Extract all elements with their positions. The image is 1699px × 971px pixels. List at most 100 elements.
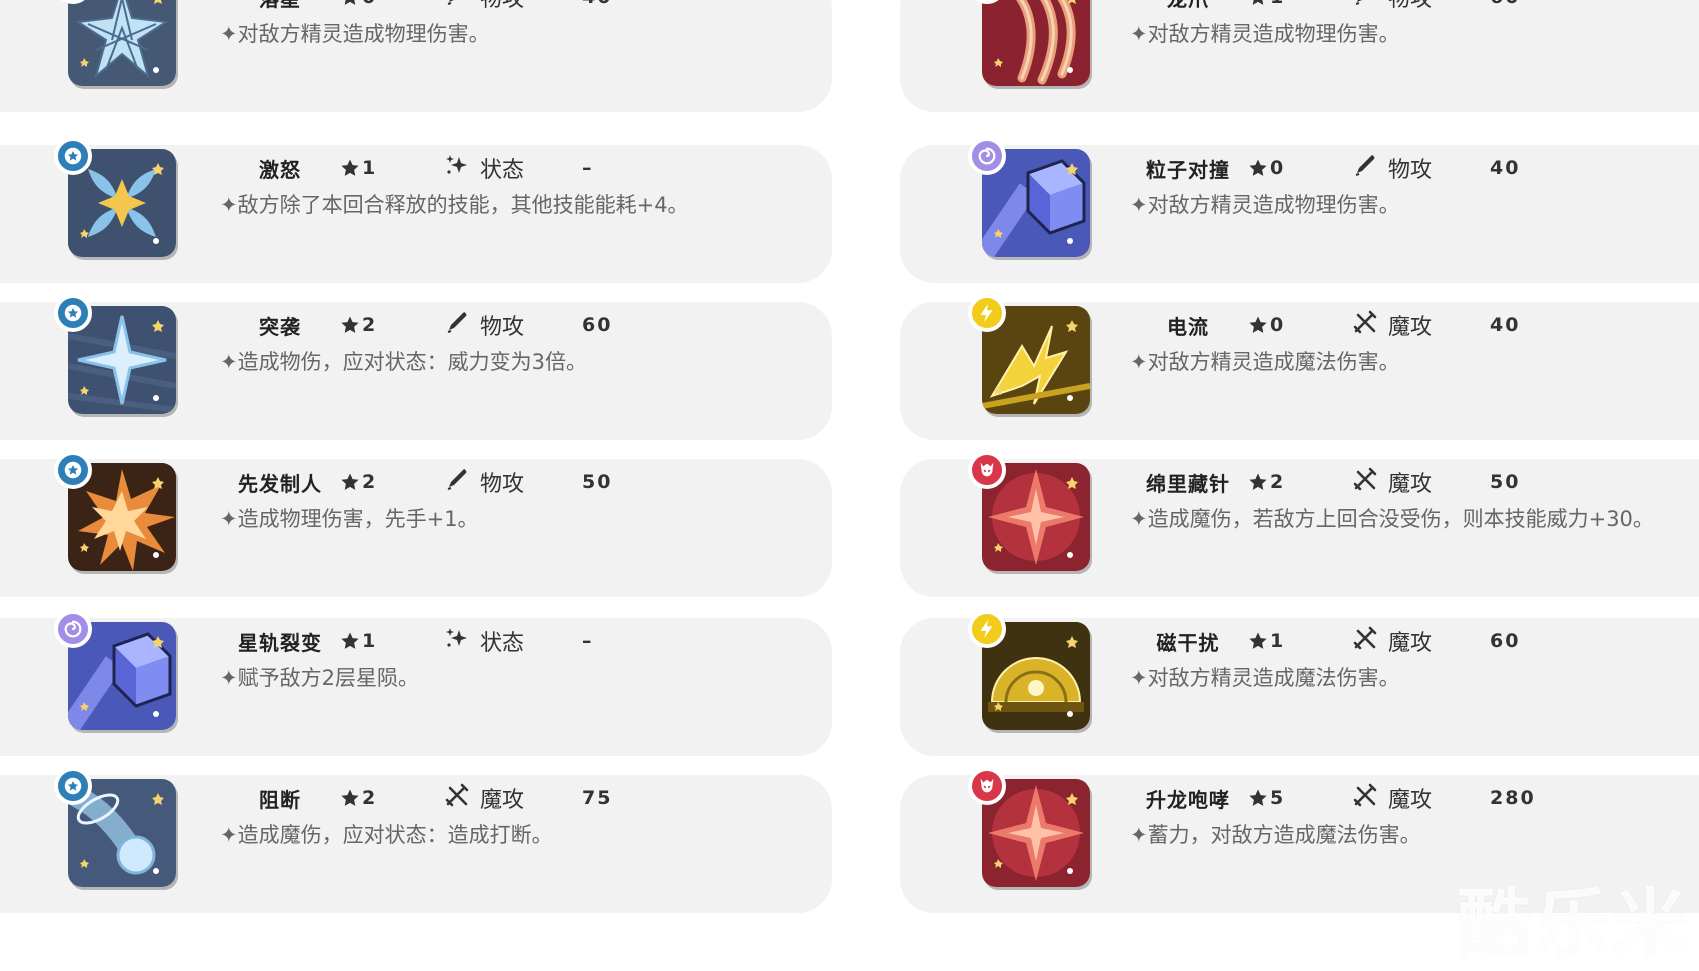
skill-category-label: 状态 [480, 158, 525, 183]
skill-art-icon [982, 0, 1090, 86]
skill-name: 先发制人 [238, 471, 322, 496]
skill-icon-wrap [968, 0, 1090, 86]
skill-category: 物攻 [444, 309, 582, 341]
electric-type-icon [968, 294, 1006, 332]
skill-meta-row: 升龙咆哮 5 魔攻 280 [1128, 781, 1550, 815]
skill-category: 魔攻 [1352, 309, 1490, 341]
skill-card[interactable]: 星轨裂变 1 状态 – ✦赋予敌方2层星陨。 [0, 610, 832, 756]
energy-cost-value: 2 [362, 471, 376, 493]
skill-card[interactable]: 磁干扰 1 魔攻 60 ✦对敌方精灵造成魔法伤害。 [900, 610, 1699, 756]
skill-description: ✦造成魔伤，若敌方上回合没受伤，则本技能威力+30。 [1130, 507, 1654, 531]
skill-card[interactable]: 粒子对撞 0 物攻 40 ✦对敌方精灵造成物理伤害。 [900, 137, 1699, 283]
skill-meta-row: 绵里藏针 2 魔攻 50 [1128, 465, 1550, 499]
skill-description: ✦对敌方精灵造成物理伤害。 [220, 22, 490, 46]
skill-category: 状态 [444, 625, 582, 657]
skill-meta-row: 龙爪 1 物攻 60 [1128, 0, 1550, 14]
skill-icon-wrap [54, 0, 176, 86]
normal-type-icon [54, 137, 92, 175]
skill-description: ✦对敌方精灵造成魔法伤害。 [1130, 350, 1400, 374]
energy-star-icon [1252, 0, 1264, 5]
skill-category-label: 魔攻 [1388, 315, 1433, 340]
skill-description: ✦赋予敌方2层星陨。 [220, 666, 419, 690]
crossed-tools-icon [444, 782, 480, 814]
skill-description: ✦造成魔伤，应对状态：造成打断。 [220, 823, 553, 847]
crossed-tools-icon [1352, 625, 1388, 657]
skill-power: – [582, 630, 594, 652]
skill-name: 升龙咆哮 [1146, 787, 1230, 812]
skill-card[interactable]: 龙爪 1 物攻 60 ✦对敌方精灵造成物理伤害。 [900, 0, 1699, 112]
skill-icon-wrap [54, 451, 176, 571]
energy-cost: 5 [1248, 787, 1352, 809]
skill-name: 激怒 [259, 157, 301, 182]
skill-card[interactable]: 绵里藏针 2 魔攻 50 ✦造成魔伤，若敌方上回合没受伤，则本技能威力+30。 [900, 451, 1699, 597]
energy-star-icon [1249, 159, 1267, 176]
skill-category: 物攻 [1352, 0, 1490, 13]
fire-type-icon [968, 451, 1006, 489]
skill-power: 280 [1490, 787, 1536, 809]
energy-cost-value: 0 [362, 0, 375, 8]
skill-card[interactable]: 激怒 1 状态 – ✦敌方除了本回合释放的技能，其他技能能耗+4。 [0, 137, 832, 283]
crossed-tools-icon [1352, 466, 1388, 498]
skill-card[interactable]: 落星 0 物攻 40 ✦对敌方精灵造成物理伤害。 [0, 0, 832, 112]
energy-cost-value: 1 [362, 630, 376, 652]
skill-meta-row: 阻断 2 魔攻 75 [220, 781, 642, 815]
skill-meta-row: 粒子对撞 0 物攻 40 [1128, 151, 1550, 185]
energy-cost-value: 0 [1270, 314, 1284, 336]
sparkle-icon [444, 625, 480, 657]
skill-category: 魔攻 [1352, 466, 1490, 498]
skill-name: 电流 [1167, 314, 1209, 339]
skill-description: ✦造成物理伤害，先手+1。 [220, 507, 479, 531]
energy-cost: 1 [1248, 630, 1352, 652]
skill-category-label: 魔攻 [1388, 788, 1433, 813]
energy-cost-value: 2 [1270, 471, 1284, 493]
skill-card[interactable]: 电流 0 魔攻 40 ✦对敌方精灵造成魔法伤害。 [900, 294, 1699, 440]
skill-category-label: 物攻 [480, 472, 525, 497]
energy-cost: 2 [340, 314, 444, 336]
skill-power: 50 [582, 471, 613, 493]
skill-card[interactable]: 先发制人 2 物攻 50 ✦造成物理伤害，先手+1。 [0, 451, 832, 597]
skill-art-icon [68, 0, 176, 86]
skill-meta-row: 星轨裂变 1 状态 – [220, 624, 642, 658]
energy-cost: 2 [340, 787, 444, 809]
skill-name: 磁干扰 [1156, 630, 1220, 655]
skill-name: 突袭 [259, 314, 301, 339]
skill-category: 魔攻 [1352, 625, 1490, 657]
skill-description: ✦敌方除了本回合释放的技能，其他技能能耗+4。 [220, 193, 689, 217]
skill-card[interactable]: 阻断 2 魔攻 75 ✦造成魔伤，应对状态：造成打断。 [0, 767, 832, 913]
skill-power: – [582, 157, 594, 179]
energy-star-icon [341, 789, 359, 806]
skill-name: 星轨裂变 [238, 630, 322, 655]
skill-power: 75 [582, 787, 613, 809]
skill-power: 40 [582, 0, 642, 8]
normal-type-icon [54, 767, 92, 805]
skill-description: ✦对敌方精灵造成物理伤害。 [1130, 22, 1400, 46]
skill-category-label: 状态 [480, 631, 525, 656]
skill-description: ✦对敌方精灵造成魔法伤害。 [1130, 666, 1400, 690]
energy-cost: 1 [340, 630, 444, 652]
fire-type-icon [968, 767, 1006, 805]
energy-cost: 0 [340, 0, 444, 8]
energy-star-icon [341, 632, 359, 649]
cosmic-type-icon [968, 137, 1006, 175]
skill-meta-row: 先发制人 2 物攻 50 [220, 465, 642, 499]
crossed-tools-icon [1352, 309, 1388, 341]
skill-icon-wrap [54, 294, 176, 414]
skill-name: 落星 [220, 0, 340, 12]
electric-type-icon [968, 610, 1006, 648]
skill-name: 绵里藏针 [1146, 471, 1230, 496]
normal-type-icon [54, 294, 92, 332]
skill-icon-wrap [54, 767, 176, 887]
energy-cost-value: 0 [1270, 157, 1284, 179]
skill-category: 状态 [444, 152, 582, 184]
energy-cost: 1 [340, 157, 444, 179]
skill-card[interactable]: 突袭 2 物攻 60 ✦造成物伤，应对状态：威力变为3倍。 [0, 294, 832, 440]
skill-category: 物攻 [1352, 152, 1490, 184]
skill-name: 粒子对撞 [1146, 157, 1230, 182]
skill-name: 龙爪 [1128, 0, 1248, 12]
skill-name: 阻断 [259, 787, 301, 812]
skill-icon-wrap [968, 137, 1090, 257]
energy-star-icon [341, 473, 359, 490]
energy-cost: 0 [1248, 314, 1352, 336]
energy-star-icon [341, 159, 359, 176]
energy-cost: 2 [340, 471, 444, 493]
